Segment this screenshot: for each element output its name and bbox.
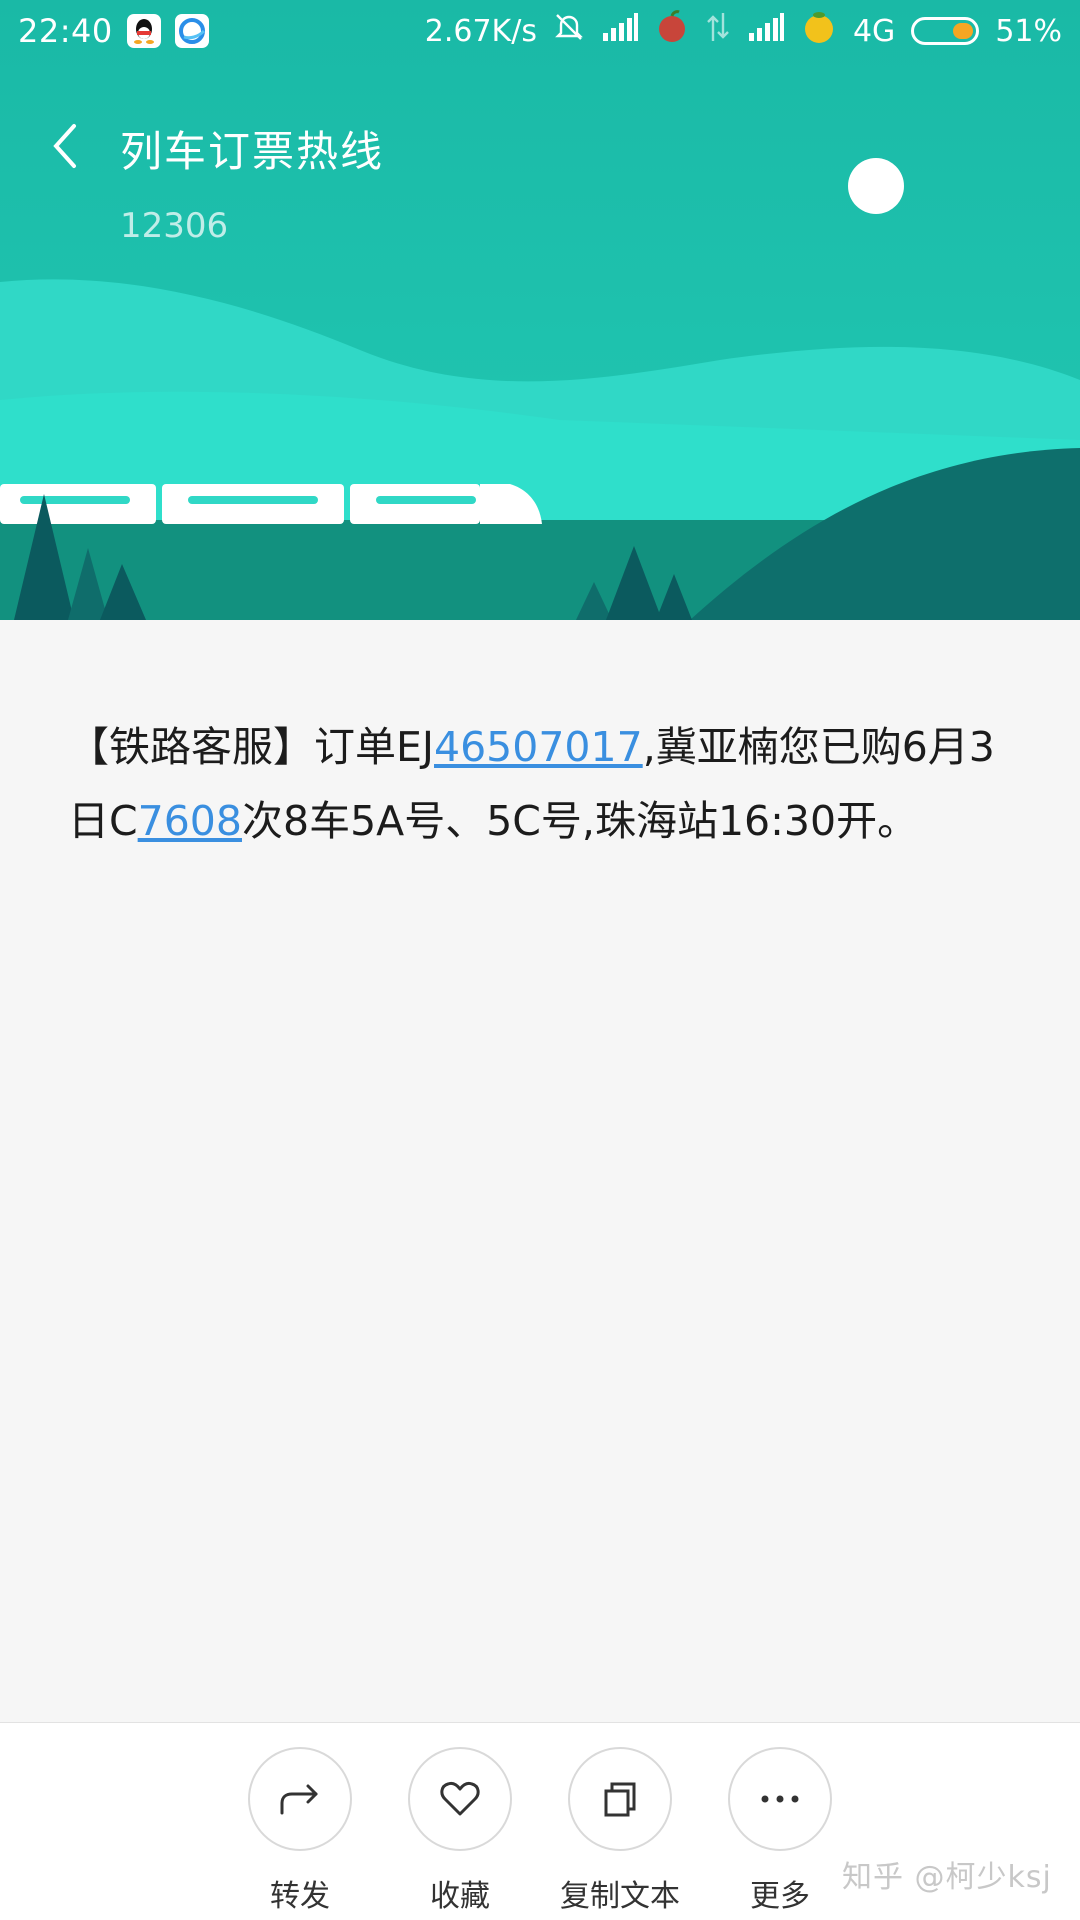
forward-button[interactable]: 转发 [220,1747,380,1915]
heart-icon [440,1781,480,1816]
more-icon [761,1795,799,1803]
more-button[interactable]: 更多 [700,1747,860,1915]
network-type: 4G [852,13,896,49]
favorite-button-circle[interactable] [408,1747,512,1851]
network-speed: 2.67K/s [424,13,537,49]
contact-name: 列车订票热线 [120,127,385,176]
back-button[interactable] [40,118,90,174]
contact-number: 12306 [120,206,229,246]
battery-icon [911,17,980,45]
copy-icon [604,1782,636,1817]
orange-icon [801,10,837,52]
sms-message-body: 【铁路客服】订单EJ46507017,冀亚楠您已购6月3日C7608次8车5A号… [68,710,1008,858]
status-time: 22:40 [18,12,113,50]
apple-icon [655,10,689,52]
train-illustration [0,484,542,524]
signal-icon [601,13,639,49]
more-button-circle[interactable] [728,1747,832,1851]
forward-label: 转发 [270,1879,330,1914]
battery-percent: 51% [995,13,1062,49]
signal-icon [747,13,785,49]
favorite-label: 收藏 [430,1879,490,1914]
order-number-link[interactable]: 46507017 [434,723,643,771]
more-label: 更多 [750,1879,810,1914]
train-number-link[interactable]: 7608 [138,797,242,845]
favorite-button[interactable]: 收藏 [380,1747,540,1915]
sun-illustration [848,158,904,214]
conversation-header: 22:40 2.67K/s 4G 51% 列车订票热线 12306 [0,0,1080,620]
message-text: 【铁路客服】订单EJ [68,723,434,771]
battery-level [953,23,974,39]
chevron-left-icon [53,124,76,168]
copy-text-label: 复制文本 [560,1879,680,1914]
qq-icon [126,14,161,48]
copy-text-button-circle[interactable] [568,1747,672,1851]
data-arrows-icon [705,11,731,51]
message-text: 次8车5A号、5C号,珠海站16:30开。 [241,797,919,845]
forward-button-circle[interactable] [248,1747,352,1851]
status-bar: 22:40 2.67K/s 4G 51% [0,0,1080,62]
forward-icon [280,1784,318,1815]
silent-icon [553,11,585,51]
header-illustration [0,0,1080,620]
watermark-text: 知乎 @柯少ksj [842,1860,1052,1895]
browser-icon [174,14,209,48]
copy-text-button[interactable]: 复制文本 [540,1747,700,1915]
